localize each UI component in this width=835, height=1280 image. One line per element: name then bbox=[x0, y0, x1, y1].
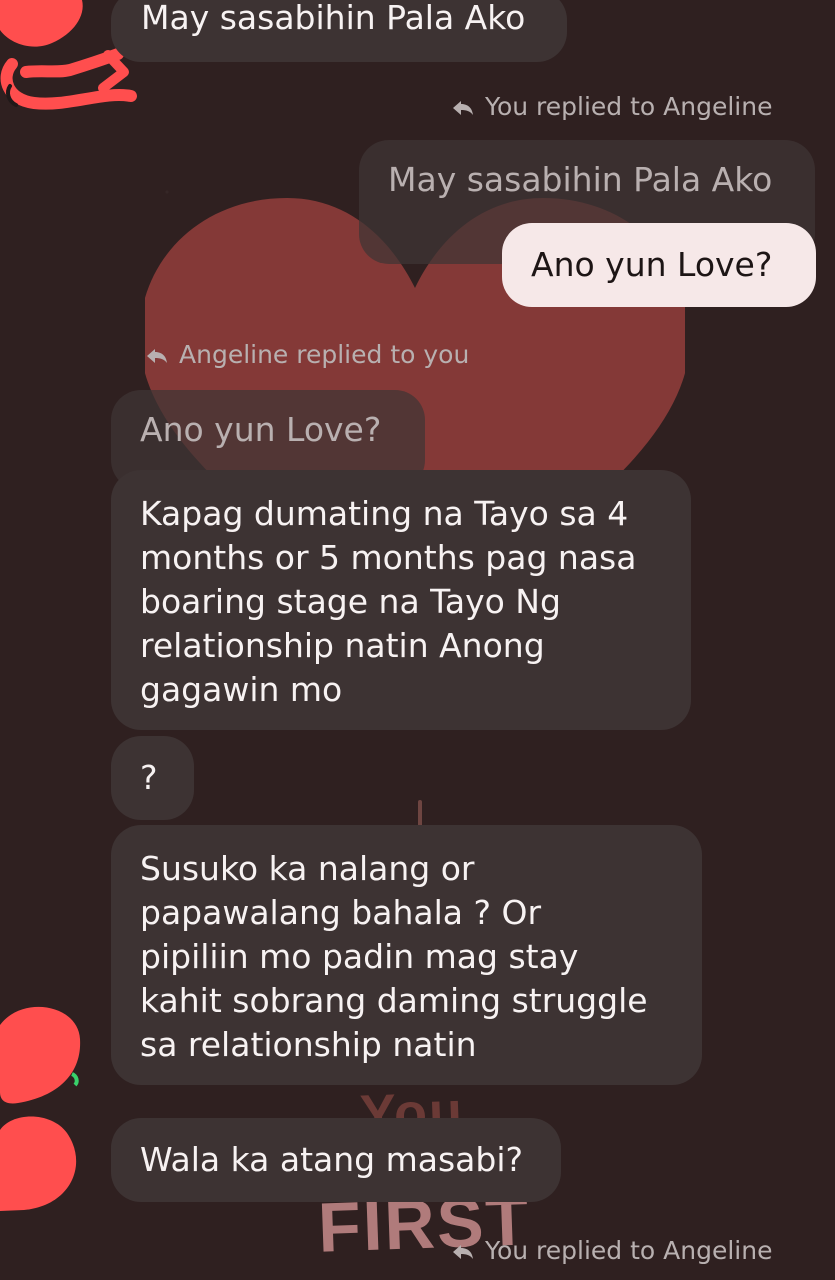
reply-arrow-icon bbox=[451, 1243, 479, 1261]
message-text: May sasabihin Pala Ako bbox=[141, 0, 526, 37]
quoted-text: Ano yun Love? bbox=[140, 410, 382, 449]
message-line: pipiliin mo padin mag stay bbox=[140, 937, 579, 976]
message-incoming-last[interactable]: Wala ka atang masabi? bbox=[111, 1118, 561, 1202]
message-incoming-long-2[interactable]: Susuko ka nalang or papawalang bahala ? … bbox=[111, 825, 702, 1085]
reply-indicator-2: Angeline replied to you bbox=[145, 340, 469, 369]
message-incoming-long-1[interactable]: Kapag dumating na Tayo sa 4 months or 5 … bbox=[111, 470, 691, 730]
message-text: Ano yun Love? bbox=[531, 245, 773, 284]
reply-label-text: You replied to Angeline bbox=[485, 92, 773, 121]
reply-label-text: Angeline replied to you bbox=[179, 340, 470, 369]
message-line: gagawin mo bbox=[140, 670, 343, 709]
reply-arrow-icon bbox=[451, 99, 479, 117]
message-line: kahit sobrang daming struggle bbox=[140, 981, 648, 1020]
message-line: papawalang bahala ? Or bbox=[140, 893, 542, 932]
message-outgoing-1[interactable]: Ano yun Love? bbox=[502, 223, 816, 307]
reply-indicator-1: You replied to Angeline bbox=[451, 92, 772, 121]
message-line: Kapag dumating na Tayo sa 4 bbox=[140, 494, 629, 533]
message-line: sa relationship natin bbox=[140, 1025, 477, 1064]
message-top-incoming[interactable]: May sasabihin Pala Ako bbox=[111, 0, 567, 62]
message-text: ? bbox=[140, 758, 158, 797]
message-line: Susuko ka nalang or bbox=[140, 849, 475, 888]
message-line: relationship natin Anong bbox=[140, 626, 545, 665]
message-text: Wala ka atang masabi? bbox=[140, 1140, 524, 1179]
reply-indicator-3: You replied to Angeline bbox=[451, 1236, 772, 1265]
message-line: boaring stage na Tayo Ng bbox=[140, 582, 561, 621]
quoted-text: May sasabihin Pala Ako bbox=[388, 160, 773, 199]
red-doodle-bottom-left bbox=[0, 1006, 81, 1211]
message-line: months or 5 months pag nasa bbox=[140, 538, 637, 577]
message-incoming-question[interactable]: ? bbox=[111, 736, 194, 820]
reply-label-text: You replied to Angeline bbox=[485, 1236, 773, 1265]
reply-arrow-icon bbox=[145, 347, 173, 365]
